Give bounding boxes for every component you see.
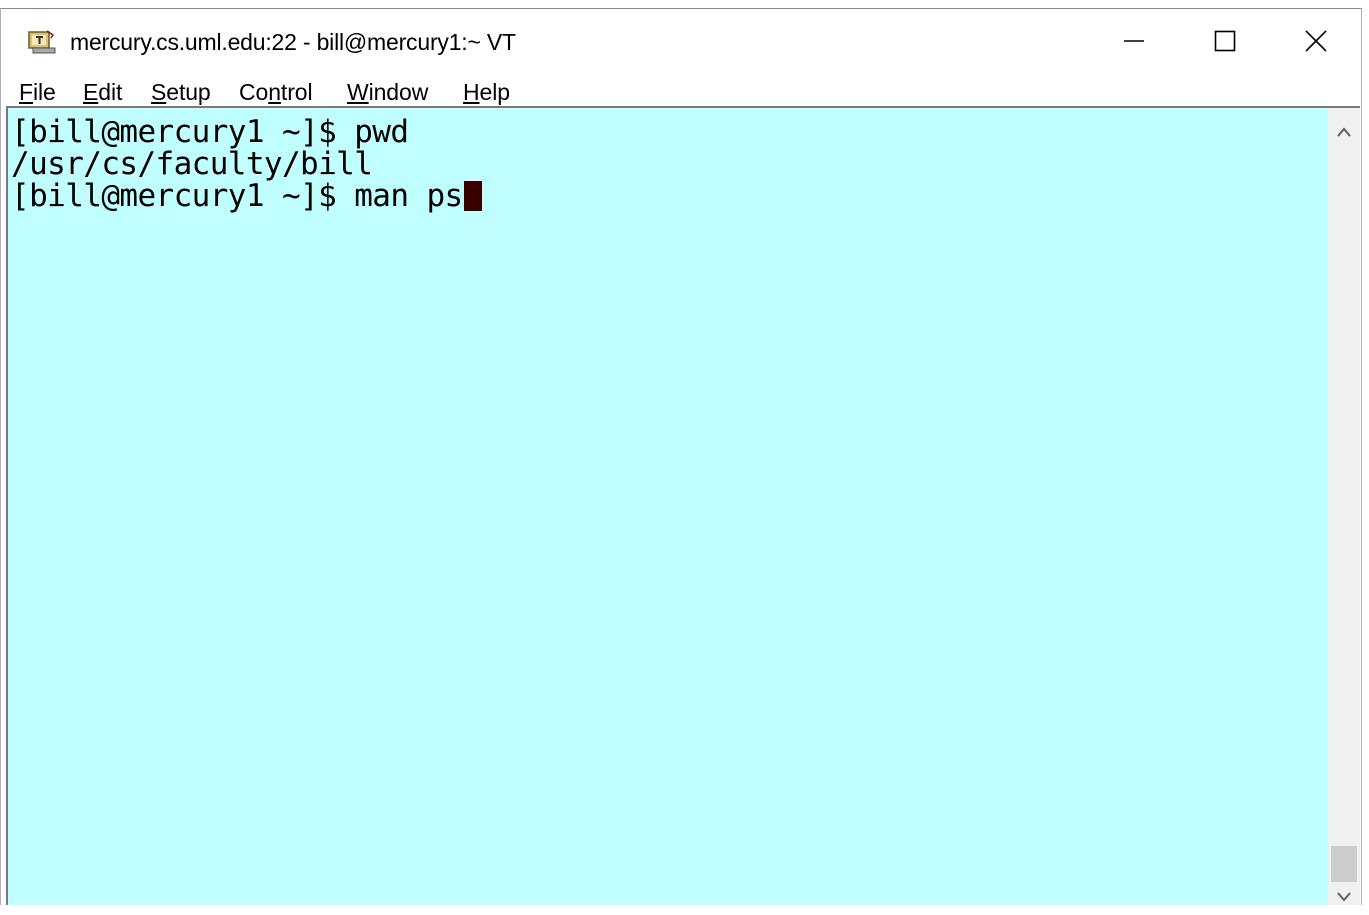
terminal-line: [bill@mercury1 ~]$ pwd <box>11 114 409 150</box>
maximize-button[interactable] <box>1179 15 1271 71</box>
minimize-icon <box>1122 29 1146 58</box>
title-bar[interactable]: mercury.cs.uml.edu:22 - bill@mercury1:~ … <box>1 9 1361 75</box>
maximize-icon <box>1213 29 1237 58</box>
scroll-thumb[interactable] <box>1331 846 1357 882</box>
menu-file[interactable]: File <box>17 79 58 106</box>
minimize-button[interactable] <box>1088 15 1180 71</box>
menu-window[interactable]: Window <box>345 79 430 106</box>
menu-edit[interactable]: Edit <box>81 79 124 106</box>
terminal-line: [bill@mercury1 ~]$ man ps <box>11 180 482 212</box>
close-button[interactable] <box>1270 15 1362 71</box>
close-icon <box>1304 29 1328 58</box>
terminal-line-text: [bill@mercury1 ~]$ man ps <box>11 178 463 214</box>
window-bottom-edge <box>0 905 1369 913</box>
chevron-up-icon <box>1336 125 1352 143</box>
teraterm-icon[interactable] <box>27 29 57 55</box>
text-cursor <box>463 181 482 211</box>
menu-control[interactable]: Control <box>237 79 314 106</box>
terminal-screen[interactable]: [bill@mercury1 ~]$ pwd /usr/cs/faculty/b… <box>8 108 1328 905</box>
vertical-scrollbar[interactable] <box>1328 108 1360 905</box>
scroll-up-button[interactable] <box>1328 118 1360 150</box>
terminal-line: /usr/cs/faculty/bill <box>11 146 373 182</box>
menu-setup[interactable]: Setup <box>149 79 213 106</box>
menu-help[interactable]: Help <box>461 79 512 106</box>
window-title: mercury.cs.uml.edu:22 - bill@mercury1:~ … <box>70 29 516 55</box>
